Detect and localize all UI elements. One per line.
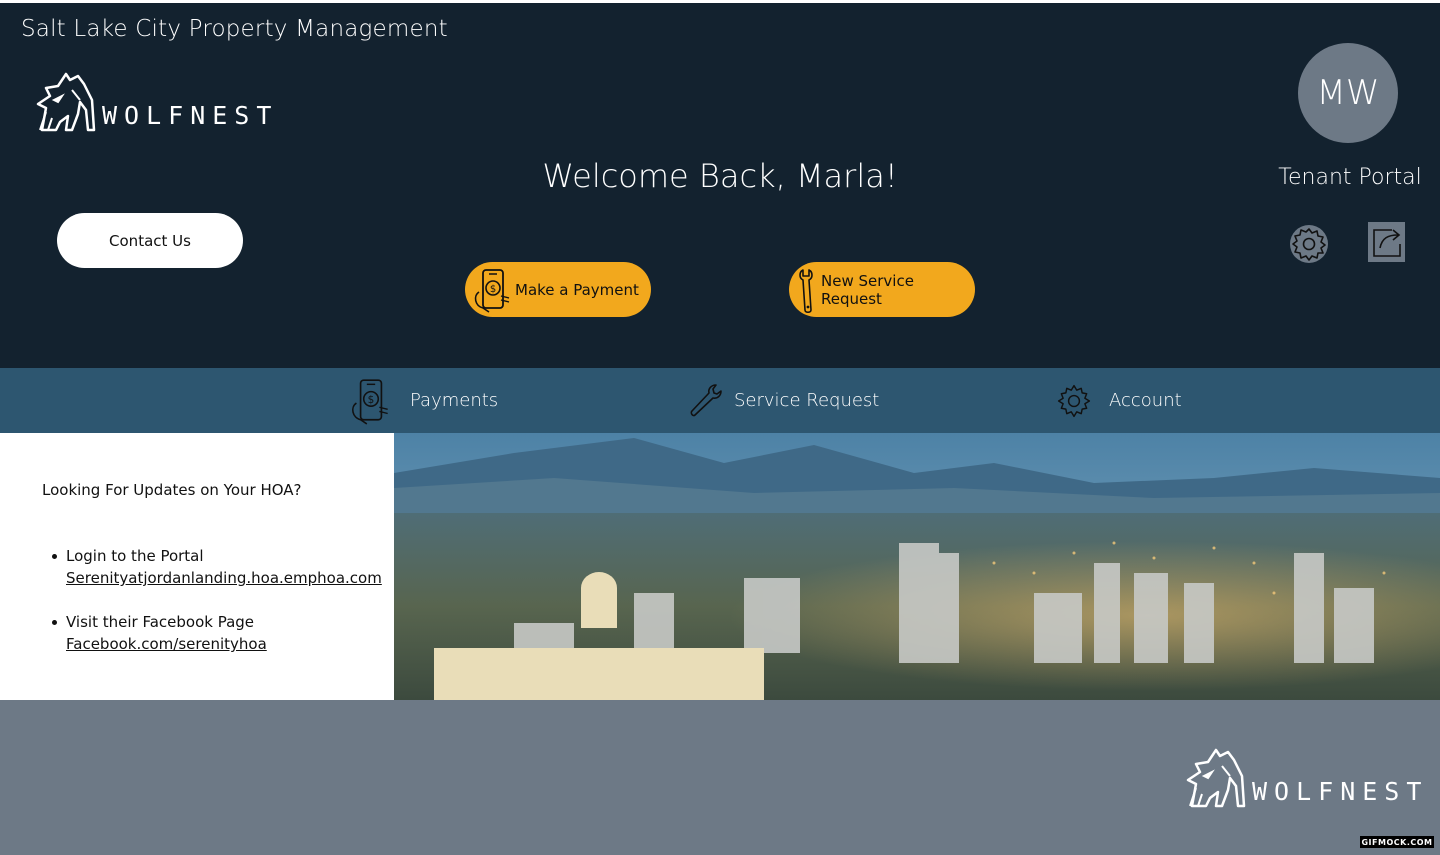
wolfnest-logo[interactable]: WOLFNEST [32, 70, 278, 132]
watermark: GIFMOCK.COM [1360, 836, 1434, 848]
nav-payments-label: Payments [410, 390, 499, 411]
svg-text:$: $ [368, 394, 375, 406]
nav-account-label: Account [1109, 390, 1182, 411]
phone-payment-icon: $ [474, 268, 510, 313]
gear-icon [1057, 384, 1091, 417]
phone-payment-icon: $ [352, 378, 388, 425]
brand-title: Salt Lake City Property Management [21, 16, 448, 42]
wolf-logo-icon [36, 72, 96, 132]
nav-item-service-request[interactable]: Service Request [686, 368, 879, 433]
make-payment-label: Make a Payment [515, 280, 639, 299]
hoa-facebook-link[interactable]: Facebook.com/serenityhoa [66, 633, 388, 655]
hoa-updates-panel: Looking For Updates on Your HOA? Login t… [0, 433, 394, 700]
logo-text: WOLFNEST [102, 101, 279, 130]
footer-logo-text: WOLFNEST [1252, 777, 1429, 806]
settings-gear-icon [1290, 225, 1328, 263]
wrench-icon [690, 383, 722, 416]
hoa-list: Login to the Portal Serenityatjordanland… [48, 545, 388, 677]
hoa-item-text: Login to the Portal [66, 547, 204, 565]
welcome-heading: Welcome Back, Marla! [542, 157, 898, 195]
wrench-icon [799, 268, 813, 313]
logout-button[interactable] [1368, 222, 1405, 262]
list-item: Login to the Portal Serenityatjordanland… [48, 545, 388, 589]
new-service-request-label: New Service Request [821, 271, 914, 308]
contact-us-button[interactable]: Contact Us [57, 213, 243, 268]
page-header: Salt Lake City Property Management WOLFN… [0, 3, 1440, 368]
new-service-request-button[interactable]: New Service Request [789, 262, 975, 317]
footer-wolfnest-logo[interactable]: WOLFNEST [1182, 746, 1428, 808]
main-nav: $ Payments Service Request Account [0, 368, 1440, 433]
nav-service-request-label: Service Request [734, 390, 880, 411]
nav-item-account[interactable]: Account [1055, 368, 1182, 433]
wolf-logo-icon [1186, 748, 1246, 808]
city-skyline-image [394, 433, 1440, 700]
settings-button[interactable] [1288, 223, 1330, 265]
user-avatar[interactable]: MW [1298, 43, 1398, 143]
tenant-portal-label: Tenant Portal [1278, 165, 1422, 190]
hoa-portal-link[interactable]: Serenityatjordanlanding.hoa.emphoa.com [66, 567, 388, 589]
logout-share-icon [1373, 229, 1401, 257]
nav-item-payments[interactable]: $ Payments [348, 368, 498, 433]
list-item: Visit their Facebook Page Facebook.com/s… [48, 611, 388, 655]
make-payment-button[interactable]: $ Make a Payment [465, 262, 651, 317]
hoa-item-text: Visit their Facebook Page [66, 613, 255, 631]
hoa-title: Looking For Updates on Your HOA? [42, 481, 302, 499]
svg-text:$: $ [490, 284, 496, 295]
